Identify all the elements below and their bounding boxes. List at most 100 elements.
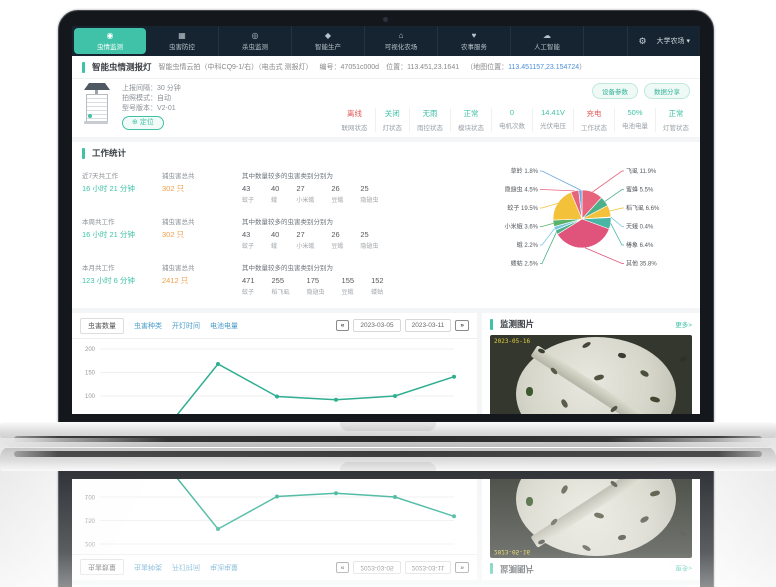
status-value: 正常 [458,108,484,119]
photo-panel-title: 监测图片 [500,318,534,330]
stat-label: 本月共工作 [82,262,146,272]
insect-count: 26豆蛾 [331,184,343,204]
device-position: 位置：113.451,23.1641 [386,62,459,72]
navbar-right: ⚙ 大学农场 ▾ [627,26,700,56]
pie-label: 草蛉 1.8% [511,167,539,175]
stat-label: 捕虫害总共 [162,216,226,226]
svg-text:200: 200 [85,540,96,546]
device-info-section: 上报间隔：30 分钟 拍照模式：自动 型号版本：V2-01 ⊕ 定位 设备参数 … [72,79,700,142]
accent-bar [82,62,85,73]
farm-name: 大学农场 [657,38,685,45]
status-cell: 50%电池电量 [614,108,655,132]
device-header: 智能虫情测报灯 智能虫情云拍（中科CQ9-1/右）（电击式 测报灯） 编号：47… [72,56,700,79]
status-cell: 14.41V光伏电压 [532,108,573,132]
stat-desc: 其中数量较多的虫害类别分别为 [242,216,476,226]
gear-icon[interactable]: ⚙ [638,36,646,47]
svg-text:150: 150 [85,371,96,377]
status-value: 关闭 [383,108,403,119]
status-value: 无雨 [417,108,443,119]
nav-tab-label: 虫害防控 [169,41,195,51]
map-coords-link[interactable]: 113.451157,23.154724 [508,64,579,71]
tab-battery-level[interactable]: 电池电量 [210,321,238,331]
status-label: 电池电量 [622,120,648,130]
status-label: 电机次数 [499,120,525,130]
pie-label: 飞虱 11.9% [626,168,657,175]
stat-value: 2412 只 [162,275,226,286]
insect-count: 471蚊子 [242,276,255,296]
locate-button[interactable]: ⊕ 定位 [122,116,164,130]
device-code: 编号：47051c000d [320,62,380,72]
insect-count: 43蚊子 [242,184,254,204]
work-stats-title-row: 工作统计 [82,147,690,159]
device-params-button[interactable]: 设备参数 [592,83,638,99]
date-range-control: « 2023-03-05 2023-03-11 » [336,319,469,332]
status-label: 灯管状态 [663,122,689,132]
insect-count: 175隐翅虫 [307,276,325,296]
prev-date-button[interactable]: « [336,320,350,331]
stat-label: 近7天共工作 [82,170,146,180]
work-stats-title: 工作统计 [92,147,126,159]
status-cell: 离线联网状态 [335,108,375,132]
top-navbar: ◉ 虫情监测 ▦ 虫害防控 ◎ 杀虫监测 ◆ 智能生产 ⌂ 可视化农场 [72,26,700,56]
stat-row: 近7天共工作16 小时 21 分钟 捕虫害总共302 只 其中数量较多的虫害类别… [82,170,476,204]
photo-panel: 监测图片 更多> 2023-05-16 ! 识别到虫害上新了，快来看看！ >> [482,313,700,414]
insect-count: 25隐翅虫 [360,230,378,250]
insect-count: 152蝼蛄 [371,276,384,296]
status-cell: 正常模块状态 [450,108,491,132]
data-point [393,394,397,398]
lamp-foot [84,121,108,124]
stat-value: 302 只 [162,229,226,240]
nav-tab-label: 杀虫监测 [242,41,268,51]
stat-label: 捕虫害总共 [162,170,226,180]
stat-value: 16 小时 21 分钟 [82,229,146,240]
report-interval: 上报间隔：30 分钟 [122,84,181,94]
insect-count: 26豆蛾 [331,230,343,250]
status-value: 14.41V [540,108,566,117]
status-cell: 正常灯管状态 [655,108,696,132]
model-version: 型号版本：V2-01 [122,104,181,114]
pie-label: 椿象 6.4% [626,241,654,249]
tab-lamp-on-time[interactable]: 开灯时间 [172,321,200,331]
nav-tab-pest-monitoring[interactable]: ◉ 虫情监测 [74,28,146,54]
insect-count: 27小米蛾 [296,184,314,204]
next-date-button[interactable]: » [455,320,469,331]
status-cell: 0 电机次数 [491,108,532,132]
monitoring-photo[interactable]: 2023-05-16 ! 识别到虫害上新了，快来看看！ >> 2023-05-1… [490,335,692,414]
tab-insect-types[interactable]: 虫害种类 [134,321,162,331]
nav-tab-insect-killing[interactable]: ◎ 杀虫监测 [219,26,292,56]
stat-label: 捕虫害总共 [162,262,226,272]
pie-label: 稻飞虱 6.6% [626,204,660,212]
status-value: 充电 [581,108,607,119]
farm-selector[interactable]: 大学农场 ▾ [657,36,690,46]
nav-tab-smart-production[interactable]: ◆ 智能生产 [292,26,365,56]
device-subtitle: 智能虫情云拍（中科CQ9-1/右）（电击式 测报灯） [159,62,313,72]
nav-tab-farming-service[interactable]: ♥ 农事服务 [438,26,511,56]
nav-tab-pest-control[interactable]: ▦ 虫害防控 [146,26,219,56]
pest-monitoring-icon: ◉ [107,31,114,40]
laptop-mockup: ◉ 虫情监测 ▦ 虫害防控 ◎ 杀虫监测 ◆ 智能生产 ⌂ 可视化农场 [0,448,776,587]
insect-speck [526,387,533,396]
insect-count: 155豆蛾 [342,276,355,296]
pie-label: 天蛾 0.4% [626,223,654,231]
insect-count-line-chart: 05010015020003-0503-0603-0703-0803-0903-… [72,339,477,414]
stat-row: 本月共工作123 小时 6 分钟 捕虫害总共2412 只 其中数量较多的虫害类别… [82,262,476,296]
status-label: 雨控状态 [417,122,443,132]
status-value: 0 [499,108,525,117]
date-to-input[interactable]: 2023-03-11 [405,319,452,332]
accent-bar [490,319,493,330]
insect-count: 40蛾 [271,184,279,204]
data-share-button[interactable]: 数据分享 [644,83,690,99]
svg-text:150: 150 [85,517,96,523]
nav-tab-ai[interactable]: ☁ 人工智能 [511,26,584,56]
status-label: 工作状态 [581,122,607,132]
data-point [216,362,220,366]
pie-label: 蜜蜂 5.5% [626,186,654,194]
nav-tab-visual-farm[interactable]: ⌂ 可视化农场 [365,26,438,56]
chevron-down-icon: ▾ [686,38,690,45]
status-cell: 充电工作状态 [573,108,614,132]
date-from-input[interactable]: 2023-03-05 [353,319,400,332]
insect-count: 40蛾 [271,230,279,250]
ai-icon: ☁ [543,31,551,40]
tab-insect-count[interactable]: 虫害数量 [80,318,124,334]
more-link[interactable]: 更多> [675,319,692,329]
